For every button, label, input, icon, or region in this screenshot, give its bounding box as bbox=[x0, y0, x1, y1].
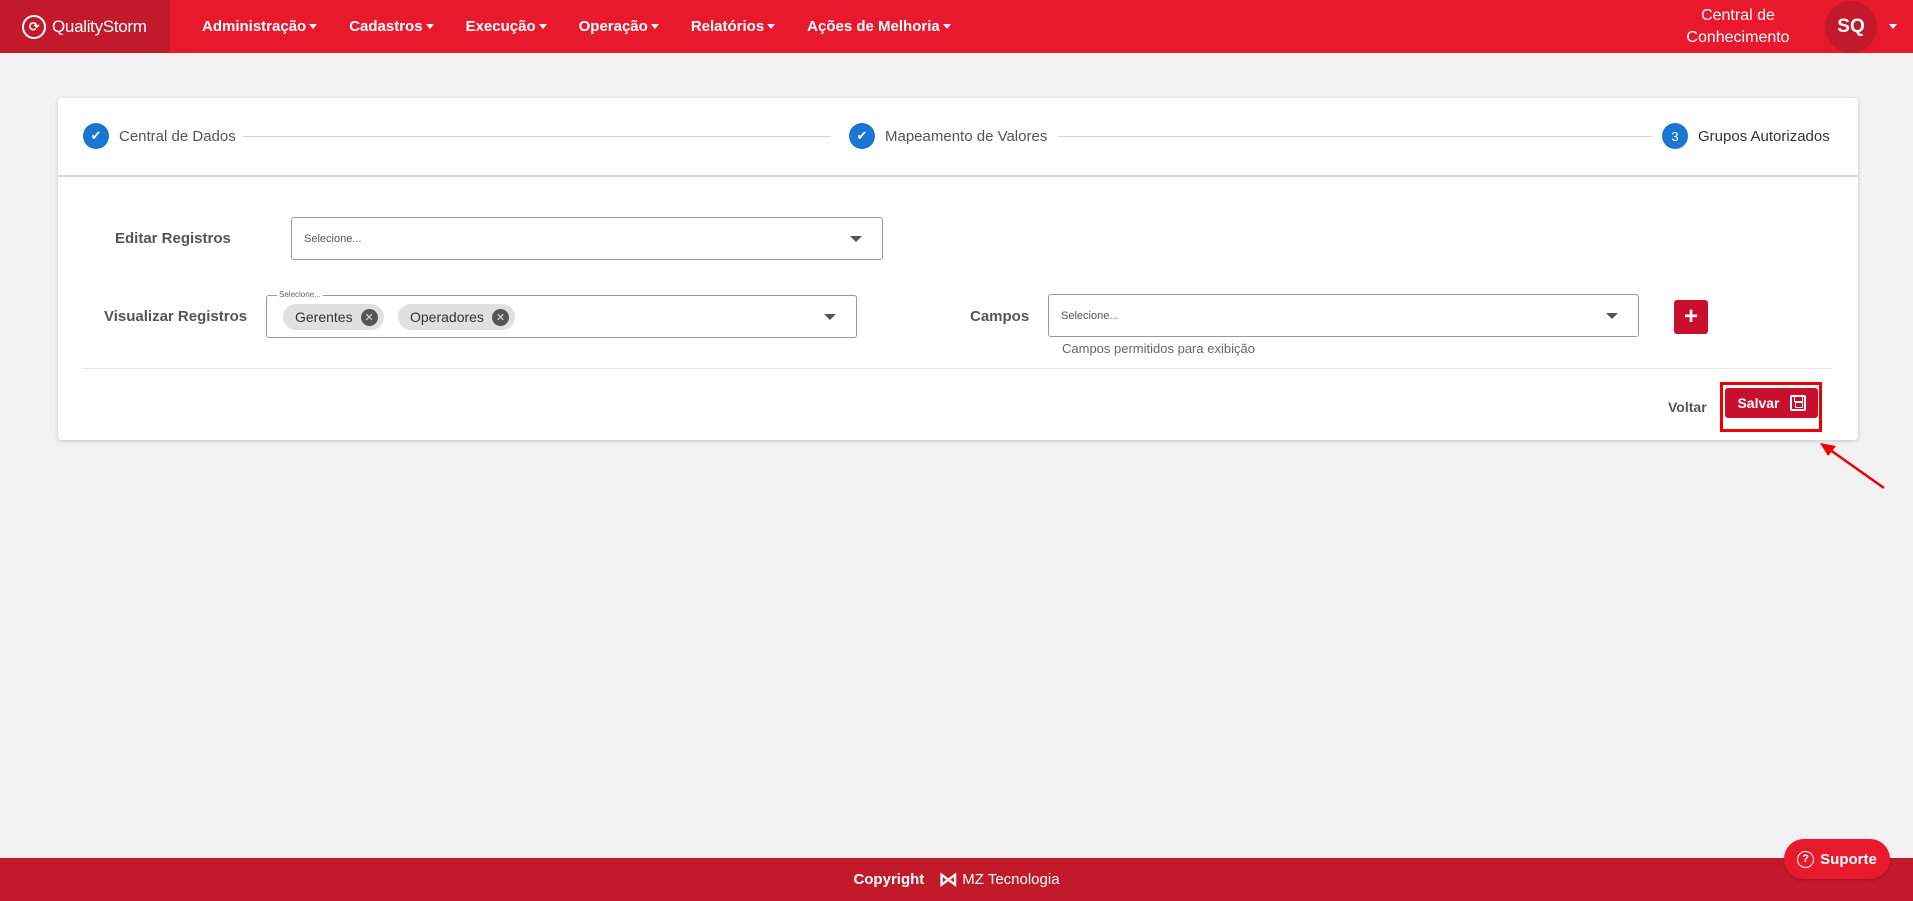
floating-label: Selecione... bbox=[277, 290, 323, 299]
mz-tecnologia-logo: ⋈ MZ Tecnologia bbox=[938, 867, 1059, 892]
caret-down-icon bbox=[650, 24, 659, 29]
menu-operacao[interactable]: Operação bbox=[563, 18, 675, 35]
brand-logo[interactable]: ⟳ QualityStorm bbox=[0, 0, 170, 53]
support-label: Suporte bbox=[1820, 850, 1877, 868]
step-central-de-dados[interactable]: ✔ Central de Dados bbox=[83, 123, 236, 149]
top-navbar: ⟳ QualityStorm Administração Cadastros E… bbox=[0, 0, 1913, 53]
menu-relatorios[interactable]: Relatórios bbox=[675, 18, 791, 35]
user-avatar[interactable]: SQ bbox=[1825, 0, 1877, 53]
dropdown-arrow-icon bbox=[850, 235, 862, 242]
main-menu: Administração Cadastros Execução Operaçã… bbox=[186, 18, 967, 35]
fields-select[interactable]: Selecione... bbox=[1048, 294, 1639, 337]
step-number: 3 bbox=[1662, 123, 1688, 149]
menu-label: Execução bbox=[465, 18, 536, 35]
quality-storm-logo-icon: ⟳ bbox=[22, 14, 46, 39]
edit-records-select[interactable]: Selecione... bbox=[291, 217, 883, 260]
menu-execucao[interactable]: Execução bbox=[450, 18, 563, 35]
step-label: Central de Dados bbox=[119, 127, 236, 145]
step-label: Mapeamento de Valores bbox=[885, 127, 1048, 145]
step-mapeamento-de-valores[interactable]: ✔ Mapeamento de Valores bbox=[849, 123, 1048, 149]
menu-label: Administração bbox=[202, 18, 307, 35]
menu-cadastros[interactable]: Cadastros bbox=[333, 18, 449, 35]
caret-down-icon bbox=[538, 24, 547, 29]
dropdown-arrow-icon bbox=[824, 313, 836, 320]
menu-administracao[interactable]: Administração bbox=[186, 18, 333, 35]
chip-label: Gerentes bbox=[295, 309, 353, 325]
question-icon: ? bbox=[1797, 850, 1815, 868]
chip-operadores: Operadores ✕ bbox=[398, 304, 515, 330]
add-field-button[interactable]: + bbox=[1674, 300, 1708, 334]
fields-helper-text: Campos permitidos para exibição bbox=[1062, 341, 1255, 356]
select-placeholder: Selecione... bbox=[1061, 309, 1119, 322]
support-button[interactable]: ? Suporte bbox=[1784, 839, 1890, 879]
caret-down-icon bbox=[767, 24, 776, 29]
check-icon: ✔ bbox=[849, 123, 875, 149]
dropdown-arrow-icon bbox=[1606, 312, 1618, 319]
menu-label: Operação bbox=[578, 18, 648, 35]
check-icon: ✔ bbox=[83, 123, 109, 149]
step-connector bbox=[243, 136, 831, 137]
navbar-right: Central de Conhecimento SQ bbox=[1673, 0, 1913, 53]
caret-down-icon bbox=[942, 24, 951, 29]
stepper: ✔ Central de Dados ✔ Mapeamento de Valor… bbox=[58, 98, 1858, 177]
back-button[interactable]: Voltar bbox=[1668, 399, 1707, 415]
fields-label: Campos bbox=[970, 308, 1030, 325]
chip-label: Operadores bbox=[410, 309, 484, 325]
annotation-arrow-icon bbox=[1820, 443, 1885, 490]
company-name: MZ Tecnologia bbox=[962, 871, 1060, 888]
menu-label: Ações de Melhoria bbox=[807, 18, 940, 35]
plus-icon: + bbox=[1683, 303, 1698, 330]
save-button[interactable]: Salvar bbox=[1725, 388, 1818, 418]
view-records-label: Visualizar Registros bbox=[104, 308, 248, 325]
step-connector bbox=[1058, 136, 1653, 137]
view-records-select[interactable]: Selecione... Gerentes ✕ Operadores ✕ bbox=[266, 290, 857, 338]
footer: Copyright ⋈ MZ Tecnologia bbox=[0, 858, 1913, 901]
step-grupos-autorizados[interactable]: 3 Grupos Autorizados bbox=[1662, 123, 1830, 149]
select-placeholder: Selecione... bbox=[304, 232, 362, 245]
caret-down-icon bbox=[425, 24, 434, 29]
edit-records-label: Editar Registros bbox=[115, 230, 231, 247]
menu-label: Relatórios bbox=[690, 18, 765, 35]
knowledge-center-link[interactable]: Central de Conhecimento bbox=[1673, 5, 1803, 49]
menu-acoes-de-melhoria[interactable]: Ações de Melhoria bbox=[791, 18, 967, 35]
wizard-card: ✔ Central de Dados ✔ Mapeamento de Valor… bbox=[58, 98, 1858, 440]
chip-gerentes: Gerentes ✕ bbox=[283, 304, 384, 330]
menu-label: Cadastros bbox=[349, 18, 423, 35]
save-label: Salvar bbox=[1737, 395, 1780, 411]
chip-remove-icon[interactable]: ✕ bbox=[360, 308, 378, 326]
floppy-disk-icon bbox=[1789, 395, 1806, 411]
copyright-text: Copyright bbox=[853, 871, 925, 888]
brand-name: QualityStorm bbox=[52, 16, 147, 36]
user-menu-caret-icon[interactable] bbox=[1889, 24, 1897, 29]
divider bbox=[83, 368, 1833, 369]
step-label: Grupos Autorizados bbox=[1698, 127, 1830, 145]
caret-down-icon bbox=[309, 24, 318, 29]
chip-remove-icon[interactable]: ✕ bbox=[491, 308, 509, 326]
mz-logo-icon: ⋈ bbox=[938, 869, 959, 891]
